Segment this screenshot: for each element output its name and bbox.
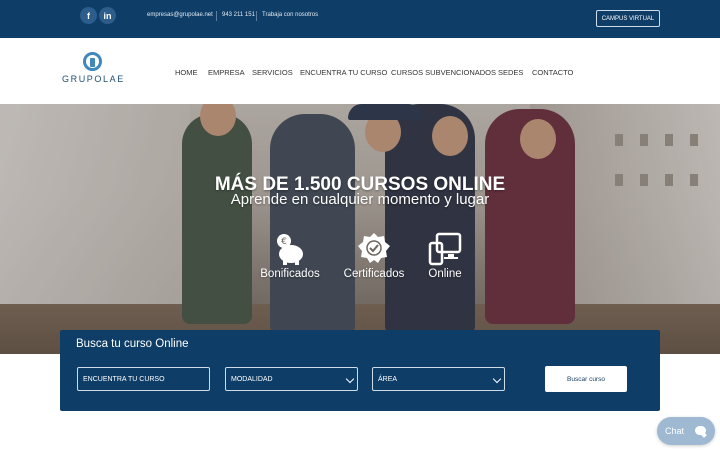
main-header: GRUPOLAE HOME EMPRESA SERVICIOS ENCUENTR… (0, 38, 720, 104)
chat-label: Chat (665, 426, 685, 436)
feature-bonificados: € Bonificados (250, 232, 330, 280)
logo-mark-icon (83, 52, 102, 71)
nav-item-sedes[interactable]: SEDES (498, 68, 523, 77)
chat-bubble-icon (695, 426, 706, 435)
work-with-us-link[interactable]: Trabaja con nosotros (262, 12, 318, 18)
search-title: Busca tu curso Online (76, 338, 189, 350)
feature-certificados: Certificados (334, 232, 414, 280)
contact-email[interactable]: empresas@grupolae.net (147, 12, 213, 18)
devices-icon (428, 232, 462, 266)
feature-online: Online (405, 232, 485, 280)
area-select[interactable]: ÁREA (372, 367, 505, 391)
top-bar: f in empresas@grupolae.net 943 211 151 T… (0, 0, 720, 38)
svg-text:€: € (281, 237, 287, 247)
search-course-button[interactable]: Buscar curso (545, 366, 627, 392)
nav-item-contacto[interactable]: CONTACTO (532, 68, 573, 77)
nav-item-empresa[interactable]: EMPRESA (208, 68, 245, 77)
page: f in empresas@grupolae.net 943 211 151 T… (0, 0, 720, 450)
modalidad-value: MODALIDAD (231, 375, 273, 383)
certificate-badge-icon (358, 233, 390, 263)
campus-virtual-button[interactable]: CAMPUS VIRTUAL (596, 10, 660, 27)
contact-phone[interactable]: 943 211 151 (222, 12, 255, 18)
hero-banner: MÁS DE 1.500 CURSOS ONLINE Aprende en cu… (0, 104, 720, 354)
course-search-panel: Busca tu curso Online ENCUENTRA TU CURSO… (60, 330, 660, 411)
hero-overlay (0, 104, 720, 354)
chevron-down-icon (492, 374, 502, 384)
feature-label: Bonificados (260, 268, 320, 280)
area-value: ÁREA (378, 375, 398, 383)
course-search-input[interactable]: ENCUENTRA TU CURSO (77, 367, 210, 391)
chat-button[interactable]: Chat (657, 417, 715, 445)
hero-subtitle: Aprende en cualquier momento y lugar (230, 191, 490, 208)
modalidad-select[interactable]: MODALIDAD (225, 367, 358, 391)
linkedin-icon[interactable]: in (99, 7, 116, 24)
nav-item-servicios[interactable]: SERVICIOS (252, 68, 293, 77)
divider (256, 11, 257, 21)
nav-item-home[interactable]: HOME (175, 68, 198, 77)
logo-text: GRUPOLAE (62, 74, 125, 84)
chevron-down-icon (345, 374, 355, 384)
feature-label: Online (428, 268, 462, 280)
divider (216, 11, 217, 21)
facebook-icon[interactable]: f (80, 7, 97, 24)
feature-label: Certificados (343, 268, 405, 280)
nav-item-cursos-subvencionados[interactable]: CURSOS SUBVENCIONADOS (391, 68, 496, 77)
piggy-bank-euro-icon: € (277, 234, 303, 265)
logo[interactable]: GRUPOLAE (62, 52, 124, 92)
nav-item-encuentra-tu-curso[interactable]: ENCUENTRA TU CURSO (300, 68, 387, 77)
